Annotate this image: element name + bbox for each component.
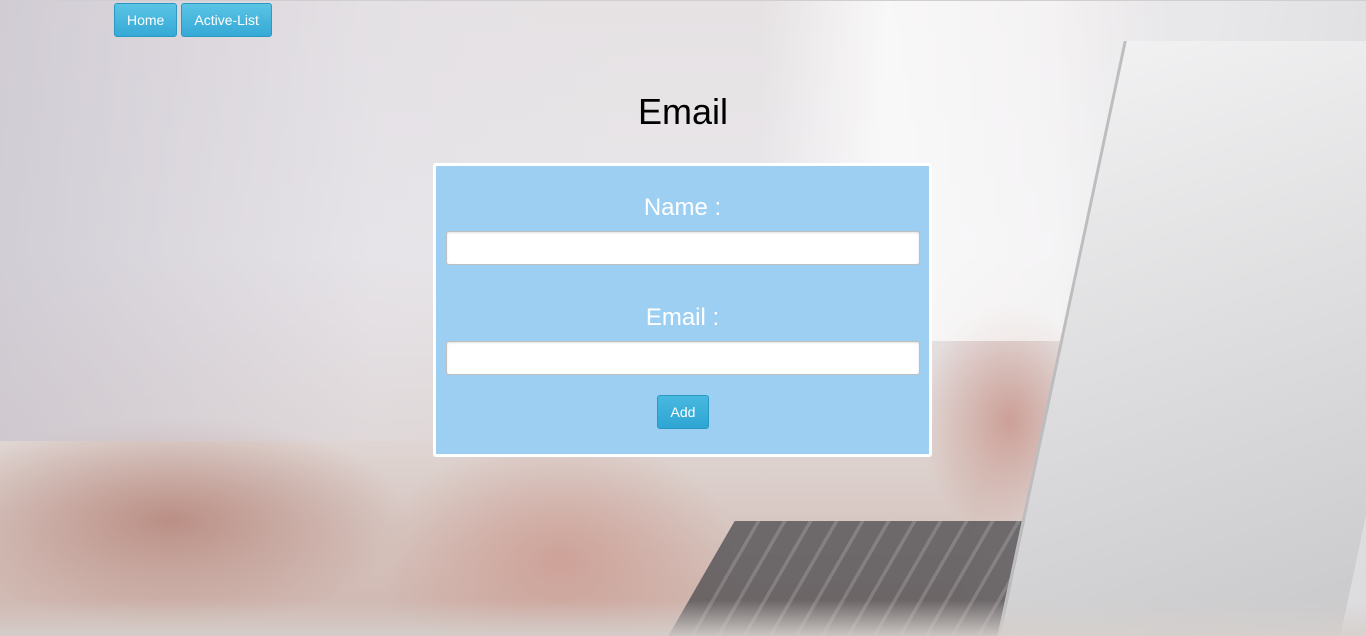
- home-button[interactable]: Home: [114, 3, 178, 37]
- page-title: Email: [637, 91, 729, 132]
- name-label: Name :: [643, 194, 722, 221]
- active-list-button[interactable]: Active-List: [181, 3, 272, 37]
- page: Home Active-List Email Name : Email : Ad…: [0, 0, 1366, 636]
- email-input[interactable]: [446, 341, 920, 375]
- background-desk: [0, 600, 1366, 636]
- name-input[interactable]: [446, 231, 920, 265]
- email-form-card: Name : Email : Add: [433, 163, 932, 457]
- email-label: Email :: [645, 304, 720, 331]
- top-nav: Home Active-List: [114, 3, 272, 37]
- add-button[interactable]: Add: [657, 395, 709, 429]
